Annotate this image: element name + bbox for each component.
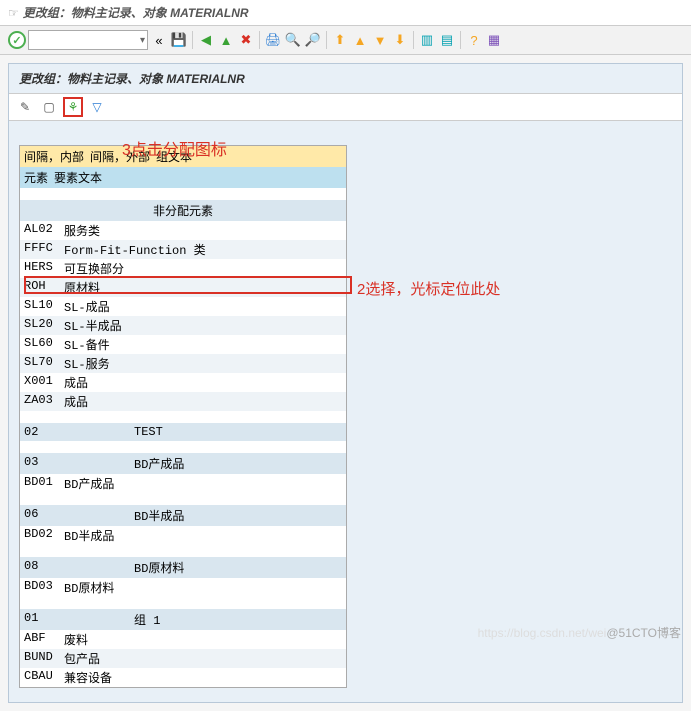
annotation-assign: 3点击分配图标 bbox=[122, 136, 227, 160]
data-table: 间隔，内部 间隔，外部 组文本 元素 要素文本 非分配元素 AL02服务类FFF… bbox=[19, 145, 347, 688]
table-row[interactable]: SL60SL-备件 bbox=[20, 335, 346, 354]
last-page-icon[interactable]: ⬇ bbox=[391, 31, 409, 49]
table-row[interactable]: BD02BD半成品 bbox=[20, 526, 346, 545]
prev-page-icon[interactable]: ▲ bbox=[351, 31, 369, 49]
panel-toolbar: ✎ ▢ ⚘ ▽ bbox=[9, 93, 682, 121]
table-row[interactable]: ABF废料 bbox=[20, 630, 346, 649]
table-row[interactable]: BD03BD原材料 bbox=[20, 578, 346, 597]
main-toolbar: ✓ « 💾 ◀ ▲ ✖ 🖨 🔍 🔎 ⬆ ▲ ▼ ⬇ ▥ ▤ ? ▦ bbox=[0, 26, 691, 55]
watermark: https://blog.csdn.net/wei@51CTO博客 bbox=[478, 624, 681, 641]
table-row[interactable]: SL20SL-半成品 bbox=[20, 316, 346, 335]
next-page-icon[interactable]: ▼ bbox=[371, 31, 389, 49]
ok-button[interactable]: ✓ bbox=[8, 31, 26, 49]
print-icon[interactable]: 🖨 bbox=[264, 31, 282, 49]
assign-icon[interactable]: ⚘ bbox=[63, 97, 83, 117]
edit-icon[interactable]: ✎ bbox=[15, 97, 35, 117]
layout-icon[interactable]: ▦ bbox=[485, 31, 503, 49]
table-row[interactable]: AL02服务类 bbox=[20, 221, 346, 240]
table-row[interactable]: X001成品 bbox=[20, 373, 346, 392]
table-header-2: 元素 要素文本 bbox=[20, 167, 346, 188]
group-header[interactable]: 06BD半成品 bbox=[20, 505, 346, 526]
group-header[interactable]: 02TEST bbox=[20, 423, 346, 441]
annotation-select: 2选择，光标定位此处 bbox=[357, 278, 500, 299]
table-row[interactable]: CBAU兼容设备 bbox=[20, 668, 346, 687]
session-icon[interactable]: ▥ bbox=[418, 31, 436, 49]
window-icon: ☞ bbox=[8, 6, 19, 20]
first-page-icon[interactable]: ⬆ bbox=[331, 31, 349, 49]
help-icon[interactable]: ? bbox=[465, 31, 483, 49]
table-row[interactable]: SL70SL-服务 bbox=[20, 354, 346, 373]
cancel-button[interactable]: ✖ bbox=[237, 31, 255, 49]
title-bar: ☞ 更改组：物料主记录、对象 MATERIALNR bbox=[0, 0, 691, 26]
selection-highlight bbox=[24, 276, 352, 294]
new-icon[interactable]: ▢ bbox=[39, 97, 59, 117]
window-title: 更改组：物料主记录、对象 MATERIALNR bbox=[23, 4, 249, 21]
find-icon[interactable]: 🔍 bbox=[284, 31, 302, 49]
back-icon[interactable]: « bbox=[150, 31, 168, 49]
exit-button[interactable]: ▲ bbox=[217, 31, 235, 49]
back-button[interactable]: ◀ bbox=[197, 31, 215, 49]
panel-title: 更改组：物料主记录、对象 MATERIALNR bbox=[9, 64, 682, 93]
group-header[interactable]: 08BD原材料 bbox=[20, 557, 346, 578]
shortcut-icon[interactable]: ▤ bbox=[438, 31, 456, 49]
table-row[interactable]: FFFCForm-Fit-Function 类 bbox=[20, 240, 346, 259]
save-icon[interactable]: 💾 bbox=[170, 31, 188, 49]
table-row[interactable]: SL10SL-成品 bbox=[20, 297, 346, 316]
filter-icon[interactable]: ▽ bbox=[87, 97, 107, 117]
command-field[interactable] bbox=[28, 30, 148, 50]
table-row[interactable]: ZA03成品 bbox=[20, 392, 346, 411]
find-next-icon[interactable]: 🔎 bbox=[304, 31, 322, 49]
table-row[interactable]: BD01BD产成品 bbox=[20, 474, 346, 493]
group-header[interactable]: 03BD产成品 bbox=[20, 453, 346, 474]
panel: 更改组：物料主记录、对象 MATERIALNR ✎ ▢ ⚘ ▽ 3点击分配图标 … bbox=[8, 63, 683, 703]
table-row[interactable]: BUND包产品 bbox=[20, 649, 346, 668]
unassigned-section-title: 非分配元素 bbox=[20, 200, 346, 221]
group-header[interactable]: 01组 1 bbox=[20, 609, 346, 630]
